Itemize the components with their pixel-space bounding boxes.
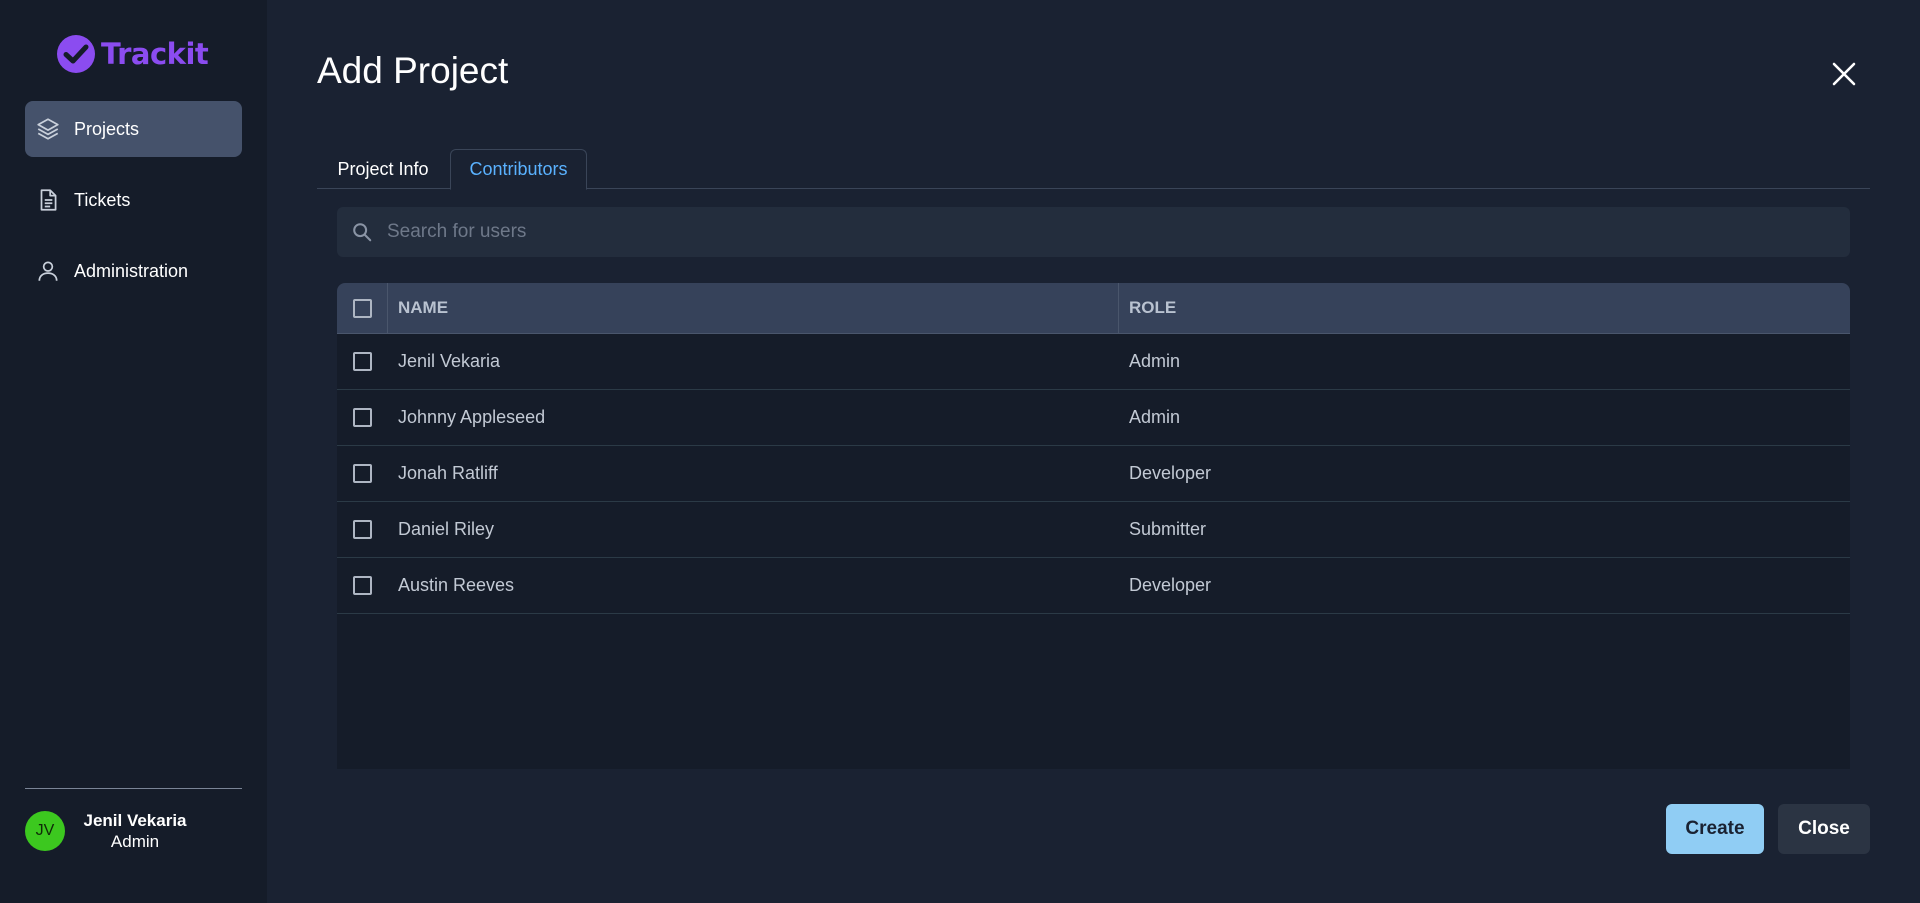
sidebar-item-administration[interactable]: Administration (25, 243, 242, 299)
table-row[interactable]: Jonah Ratliff Developer (337, 446, 1850, 502)
user-role: Admin (110, 832, 160, 851)
user-role-cell: Developer (1129, 575, 1212, 595)
sidebar-item-label: Projects (74, 118, 140, 139)
table-row[interactable]: Jenil Vekaria Admin (337, 334, 1850, 390)
sidebar: Trackit Projects Tickets Administration … (0, 0, 267, 903)
create-button[interactable]: Create (1666, 804, 1764, 854)
sidebar-item-label: Administration (74, 260, 189, 281)
sidebar-item-projects[interactable]: Projects (25, 101, 242, 157)
users-table: NAME ROLE Jenil Vekaria Admin Johnny App… (337, 283, 1850, 769)
select-all-checkbox[interactable] (352, 298, 372, 318)
user-icon (35, 258, 61, 284)
sidebar-item-tickets[interactable]: Tickets (25, 172, 242, 228)
sidebar-divider (25, 788, 242, 789)
table-row[interactable]: Daniel Riley Submitter (337, 502, 1850, 558)
user-role-cell: Submitter (1129, 519, 1207, 539)
row-checkbox[interactable] (353, 464, 372, 483)
tab-project-info[interactable]: Project Info (317, 149, 449, 189)
table-row[interactable]: Austin Reeves Developer (337, 558, 1850, 614)
close-button[interactable]: Close (1778, 804, 1870, 854)
tab-contributors[interactable]: Contributors (450, 149, 587, 190)
page-title: Add Project (317, 50, 509, 91)
search-bar (337, 207, 1850, 257)
tab-bar: Project Info Contributors (317, 149, 1870, 190)
table-header: NAME ROLE (337, 283, 1850, 334)
select-all-cell (337, 283, 388, 333)
user-name: Jenil Vekaria (83, 811, 187, 830)
row-checkbox[interactable] (353, 408, 372, 427)
user-info: Jenil Vekaria Admin (83, 810, 187, 852)
table-row[interactable]: Johnny Appleseed Admin (337, 390, 1850, 446)
user-role-cell: Admin (1129, 407, 1181, 427)
sidebar-item-label: Tickets (74, 189, 131, 210)
user-name-cell: Johnny Appleseed (398, 407, 546, 427)
row-checkbox-cell (337, 390, 388, 445)
user-role-cell: Developer (1129, 463, 1212, 483)
close-dialog-button[interactable] (1828, 58, 1860, 90)
search-input[interactable] (387, 221, 1787, 243)
user-role-cell: Admin (1129, 351, 1181, 371)
document-icon (35, 187, 61, 213)
avatar: JV (25, 811, 65, 851)
app-name: Trackit (101, 37, 209, 71)
row-checkbox[interactable] (353, 576, 372, 595)
user-name-cell: Jonah Ratliff (398, 463, 498, 483)
row-checkbox[interactable] (353, 352, 372, 371)
row-checkbox-cell (337, 334, 388, 389)
row-checkbox-cell (337, 446, 388, 501)
app-logo[interactable]: Trackit (57, 35, 209, 73)
user-name-cell: Austin Reeves (398, 575, 515, 595)
close-icon (1832, 62, 1856, 86)
layers-icon (35, 116, 61, 142)
user-name-cell: Jenil Vekaria (398, 351, 501, 371)
user-name-cell: Daniel Riley (398, 519, 495, 539)
user-profile[interactable]: JV Jenil Vekaria Admin (25, 810, 187, 852)
check-circle-icon (57, 35, 95, 73)
column-header-role[interactable]: ROLE (1119, 283, 1850, 333)
column-header-name[interactable]: NAME (388, 283, 1119, 333)
row-checkbox-cell (337, 558, 388, 613)
row-checkbox[interactable] (353, 520, 372, 539)
search-icon (353, 223, 372, 242)
row-checkbox-cell (337, 502, 388, 557)
